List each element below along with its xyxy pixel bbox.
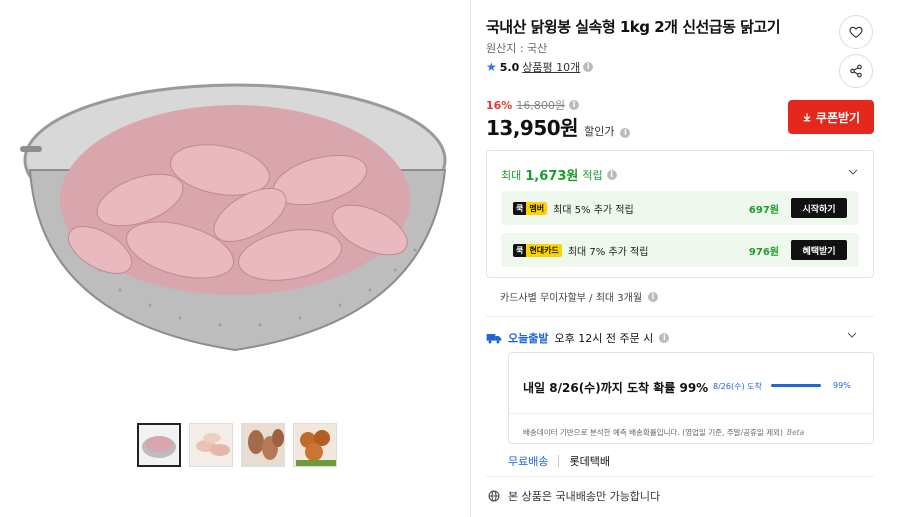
thumbnail-1[interactable] [137, 423, 181, 467]
wishlist-button[interactable] [839, 15, 873, 49]
thumbnail-2[interactable] [189, 423, 233, 467]
chevron-down-icon[interactable] [846, 326, 858, 345]
today-label: 오늘출발 [508, 332, 549, 345]
main-product-image[interactable] [20, 50, 460, 370]
arrival-estimate: 내일 8/26(수)까지 도착 확률 99% [523, 381, 709, 395]
discount-row: 16% 16,800원 i [486, 97, 579, 113]
discount-rate: 16% [486, 98, 513, 112]
today-desc: 오후 12시 전 주문 시 [554, 332, 654, 345]
domestic-notice: 본 상품은 국내배송만 가능합니다 [488, 488, 660, 504]
truck-icon [486, 334, 502, 344]
reward-amount: 976원 [748, 246, 779, 258]
shipping-info: 무료배송 롯데택배 [508, 453, 610, 469]
divider [558, 455, 560, 467]
chevron-down-icon[interactable] [847, 163, 859, 182]
reward-amount: 697원 [748, 204, 779, 216]
sale-price-label: 할인가 [584, 125, 615, 138]
product-title: 국내산 닭윙봉 실속형 1kg 2개 신선급동 닭고기 [486, 18, 781, 36]
delivery-note: 배송데이터 기반으로 분석한 예측 배송확률입니다. (영업일 기준, 주말/공… [523, 428, 805, 437]
carrier-name: 롯데택배 [569, 455, 610, 468]
card-installment: 카드사별 무이자할부 / 최대 3개월 i [500, 289, 659, 304]
reward-panel: 최대 1,673원 적립 i 쿡 멤버 최대 5% 추가 적립 697원 시작하… [486, 150, 874, 278]
download-icon [803, 113, 811, 122]
review-link[interactable]: 상품평 10개 [522, 59, 580, 75]
arrival-probability-bar [771, 384, 821, 387]
product-origin: 원산지 : 국산 [486, 42, 548, 55]
sale-price: 13,950원 [486, 116, 579, 140]
rating: ★ 5.0 상품평 10개 i [486, 59, 594, 75]
card-installment-text: 카드사별 무이자할부 / 최대 3개월 [500, 293, 643, 304]
reward-desc: 최대 7% 추가 적립 [567, 246, 649, 258]
beta-tag: Beta [786, 428, 805, 437]
share-icon [850, 64, 862, 78]
product-info: 국내산 닭윙봉 실속형 1kg 2개 신선급동 닭고기 원산지 : 국산 ★ 5… [486, 0, 886, 517]
product-gallery [0, 0, 470, 517]
coupon-label: 쿠폰받기 [815, 110, 861, 125]
arrival-probability-text: 99% [833, 381, 851, 390]
info-icon[interactable]: i [620, 128, 631, 138]
original-price: 16,800원 [516, 99, 565, 112]
reward-desc: 최대 5% 추가 적립 [553, 204, 634, 216]
thumbnail-4[interactable] [293, 423, 337, 467]
rating-score: 5.0 [499, 60, 520, 74]
get-benefit-button[interactable]: 혜택받기 [791, 240, 847, 260]
today-shipping: 오늘출발 오후 12시 전 주문 시 i [486, 330, 670, 346]
thumbnail-3[interactable] [241, 423, 285, 467]
reward-max-suffix: 적립 [582, 168, 603, 182]
price-row: 13,950원 할인가 i [486, 112, 631, 141]
info-icon[interactable]: i [648, 291, 659, 302]
membership-badge: 쿡 멤버 [513, 201, 548, 215]
reward-max-label: 최대 [501, 168, 522, 182]
coupon-button[interactable]: 쿠폰받기 [788, 100, 874, 134]
reward-summary: 최대 1,673원 적립 i [501, 165, 617, 184]
divider [486, 476, 874, 477]
info-icon[interactable]: i [568, 100, 579, 110]
delivery-prediction: 내일 8/26(수)까지 도착 확률 99% 8/26(수) 도착 99% 배송… [508, 352, 874, 444]
info-icon[interactable]: i [606, 169, 617, 180]
free-shipping: 무료배송 [508, 455, 549, 468]
info-icon[interactable]: i [583, 62, 594, 72]
heart-icon [849, 26, 863, 38]
reward-max-amount: 1,673원 [525, 169, 579, 184]
start-membership-button[interactable]: 시작하기 [791, 198, 847, 218]
card-badge: 쿡 현대카드 [513, 243, 562, 257]
reward-row-membership: 쿡 멤버 최대 5% 추가 적립 697원 시작하기 [501, 191, 859, 225]
share-button[interactable] [839, 54, 873, 88]
divider [470, 0, 471, 517]
thumbnail-strip [137, 423, 337, 467]
reward-row-card: 쿡 현대카드 최대 7% 추가 적립 976원 혜택받기 [501, 233, 859, 267]
divider [509, 413, 873, 414]
domestic-notice-text: 본 상품은 국내배송만 가능합니다 [508, 490, 661, 503]
arrival-bar-label: 8/26(수) 도착 [713, 382, 762, 391]
divider [486, 316, 874, 317]
star-icon: ★ [486, 60, 497, 74]
globe-icon [488, 490, 500, 502]
arrival-probability-fill [771, 384, 821, 387]
info-icon[interactable]: i [659, 333, 670, 343]
